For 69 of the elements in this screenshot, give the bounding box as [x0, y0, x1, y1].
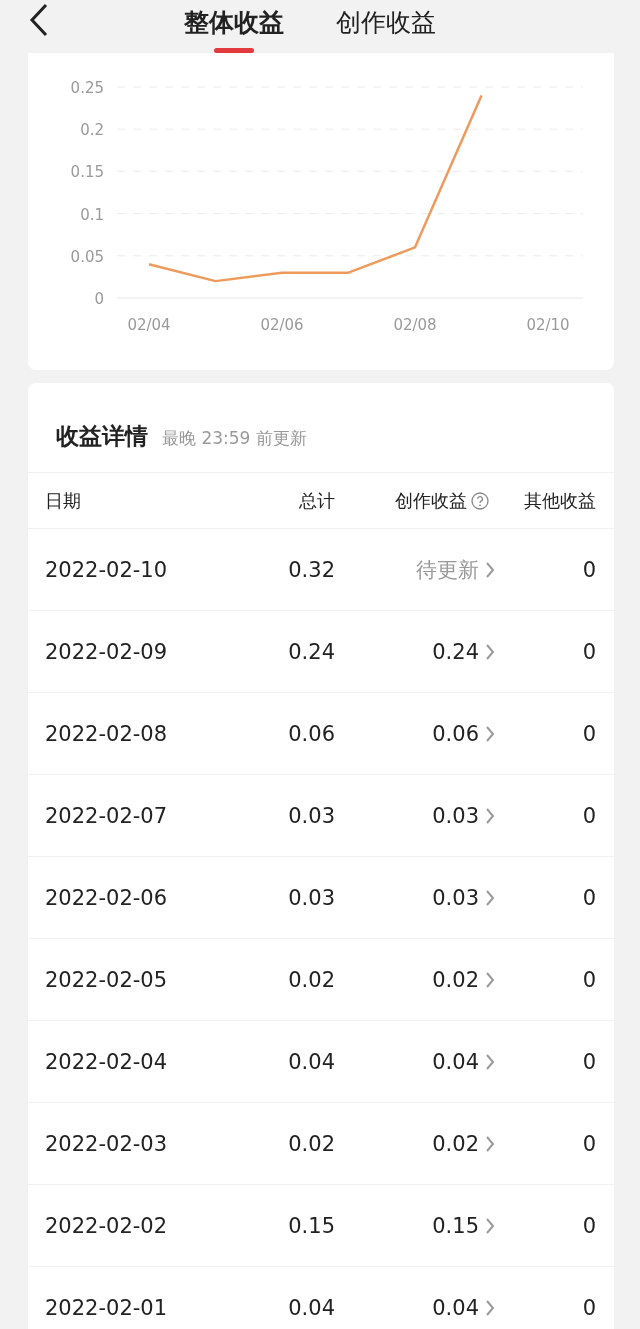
other-cell: 0 [582, 803, 596, 828]
x-tick-label: 02/10 [526, 316, 570, 334]
creation-cell[interactable]: 0.02 [432, 967, 479, 992]
date-cell: 2022-02-01 [45, 1295, 168, 1320]
total-cell: 0.32 [288, 557, 335, 582]
column-header: 其他收益 [524, 488, 596, 513]
date-cell: 2022-02-10 [45, 557, 168, 582]
other-cell: 0 [582, 721, 596, 746]
chevron-icon[interactable] [485, 724, 495, 743]
x-tick-label: 02/08 [393, 316, 437, 334]
chevron-icon[interactable] [485, 1052, 495, 1071]
chevron-icon[interactable] [485, 970, 495, 989]
creation-cell[interactable]: 0.15 [432, 1213, 479, 1238]
y-tick-label: 0.25 [70, 79, 104, 97]
tab[interactable]: 创作收益 [336, 0, 436, 53]
other-cell: 0 [582, 1295, 596, 1320]
creation-cell[interactable]: 0.03 [432, 885, 479, 910]
total-cell: 0.04 [288, 1295, 335, 1320]
creation-cell[interactable]: 0.02 [432, 1131, 479, 1156]
y-tick-label: 0.2 [80, 121, 104, 140]
total-cell: 0.04 [288, 1049, 335, 1074]
chevron-icon[interactable] [485, 1298, 495, 1317]
chevron-icon[interactable] [485, 888, 495, 907]
column-header: 创作收益 [395, 488, 467, 513]
other-cell: 0 [582, 639, 596, 664]
y-tick-label: 0 [94, 290, 104, 308]
help-icon[interactable] [471, 491, 489, 510]
total-cell: 0.03 [288, 885, 335, 910]
total-cell: 0.02 [288, 1131, 335, 1156]
other-cell: 0 [582, 557, 596, 582]
other-cell: 0 [582, 967, 596, 992]
total-cell: 0.03 [288, 803, 335, 828]
back-icon[interactable] [28, 3, 50, 37]
creation-cell[interactable]: 0.24 [432, 639, 479, 664]
creation-cell[interactable]: 0.04 [432, 1049, 479, 1074]
creation-cell[interactable]: 0.06 [432, 721, 479, 746]
total-cell: 0.24 [288, 639, 335, 664]
creation-cell[interactable]: 0.04 [432, 1295, 479, 1320]
chevron-icon[interactable] [485, 806, 495, 825]
date-cell: 2022-02-05 [45, 967, 168, 992]
other-cell: 0 [582, 1131, 596, 1156]
date-cell: 2022-02-03 [45, 1131, 168, 1156]
date-cell: 2022-02-06 [45, 885, 168, 910]
date-cell: 2022-02-02 [45, 1213, 168, 1238]
total-cell: 0.02 [288, 967, 335, 992]
chevron-icon[interactable] [485, 1134, 495, 1153]
update-note: 最晚 23:59 前更新 [162, 427, 307, 450]
other-cell: 0 [582, 1213, 596, 1238]
x-tick-label: 02/04 [127, 316, 171, 334]
chevron-icon[interactable] [485, 560, 495, 579]
column-header: 总计 [299, 488, 335, 513]
other-cell: 0 [582, 885, 596, 910]
date-cell: 2022-02-07 [45, 803, 168, 828]
date-cell: 2022-02-08 [45, 721, 168, 746]
y-tick-label: 0.05 [70, 247, 104, 266]
chevron-icon[interactable] [485, 1216, 495, 1235]
column-header: 日期 [45, 488, 81, 513]
y-tick-label: 0.1 [80, 205, 104, 224]
date-cell: 2022-02-09 [45, 639, 168, 664]
x-tick-label: 02/06 [260, 316, 304, 334]
creation-cell[interactable]: 0.03 [432, 803, 479, 828]
y-tick-label: 0.15 [70, 163, 104, 182]
tab[interactable]: 整体收益 [184, 0, 284, 53]
total-cell: 0.15 [288, 1213, 335, 1238]
date-cell: 2022-02-04 [45, 1049, 168, 1074]
other-cell: 0 [582, 1049, 596, 1074]
section-title: 收益详情 [56, 422, 148, 451]
chevron-icon[interactable] [485, 642, 495, 661]
total-cell: 0.06 [288, 721, 335, 746]
